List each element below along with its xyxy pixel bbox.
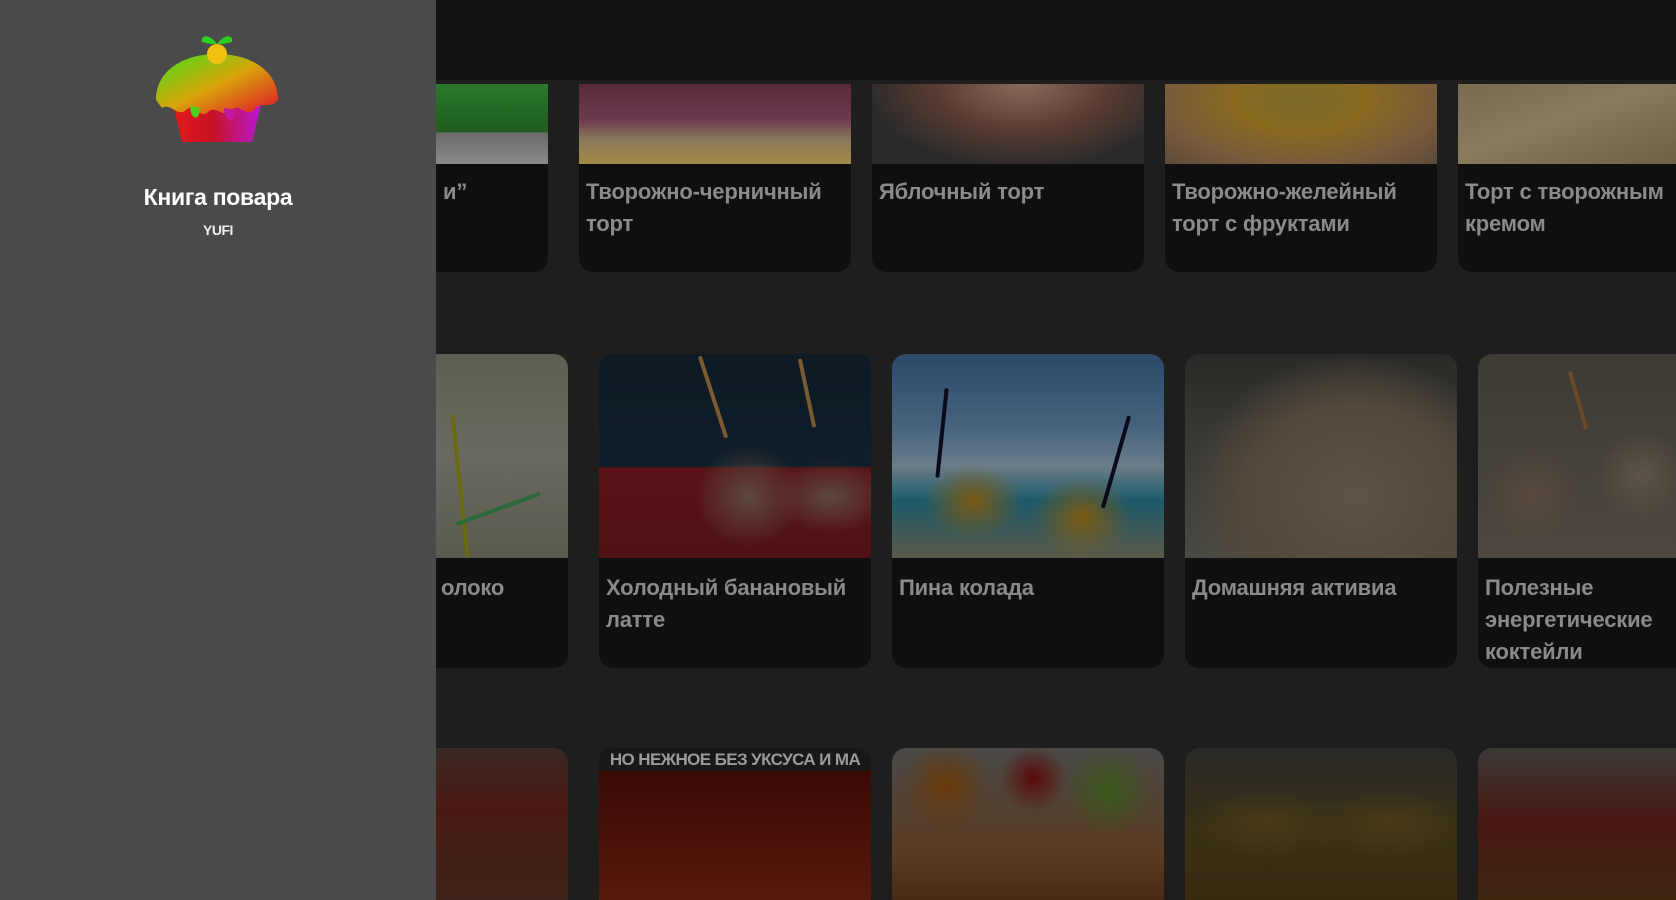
recipe-image	[1185, 748, 1457, 900]
app-root: и” Творожно-черничный торт Яблочный торт…	[0, 0, 1676, 900]
recipe-title: Творожно-желейный торт с фруктами	[1172, 179, 1397, 236]
recipe-shelf-preserves: НО НЕЖНОЕ БЕЗ УКСУСА И МА	[436, 748, 1676, 900]
recipe-image	[436, 84, 548, 164]
recipe-title: Полезные энергетические коктейли	[1485, 575, 1653, 664]
recipe-card[interactable]: Пина колада	[892, 354, 1164, 668]
recipe-card[interactable]	[1185, 748, 1457, 900]
developer-name: YUFI	[203, 222, 233, 238]
recipe-card[interactable]	[436, 748, 568, 900]
recipe-card[interactable]: Торт с творожным кремом	[1458, 84, 1676, 272]
app-name: Книга повара	[143, 184, 293, 210]
recipe-image	[599, 354, 871, 558]
recipe-shelf-drinks: олоко Холодный банановый латте Пина кола…	[436, 354, 1676, 668]
cupcake-logo-icon	[156, 36, 278, 142]
recipe-card[interactable]: Холодный банановый латте	[599, 354, 871, 668]
navigation-drawer[interactable]: Книга повара YUFI	[0, 0, 436, 900]
recipe-title: Пина колада	[899, 575, 1034, 600]
recipe-title: Яблочный торт	[879, 179, 1045, 204]
recipe-image	[1165, 84, 1437, 164]
recipe-image	[1478, 354, 1676, 558]
recipe-card[interactable]: олоко	[436, 354, 568, 668]
recipe-title: Домашняя активиа	[1192, 575, 1397, 600]
recipe-title: олоко	[441, 575, 505, 600]
recipe-card[interactable]: Домашняя активиа	[1185, 354, 1457, 668]
recipe-card[interactable]: Творожно-желейный торт с фруктами	[1165, 84, 1437, 272]
recipe-card[interactable]: и”	[436, 84, 548, 272]
recipe-title: и”	[443, 179, 468, 204]
recipe-image	[579, 84, 851, 164]
recipe-card[interactable]	[892, 748, 1164, 900]
recipe-image	[892, 354, 1164, 558]
recipe-title: Холодный банановый латте	[606, 575, 847, 632]
recipe-title: Торт с творожным кремом	[1465, 179, 1664, 236]
recipe-shelf-cakes: и” Творожно-черничный торт Яблочный торт…	[436, 84, 1676, 274]
recipe-image-caption: НО НЕЖНОЕ БЕЗ УКСУСА И МА	[609, 750, 861, 769]
recipe-image	[1185, 354, 1457, 558]
recipe-image	[436, 354, 568, 558]
top-app-bar	[436, 0, 1676, 80]
recipe-image	[1478, 748, 1676, 900]
recipe-card[interactable]: НО НЕЖНОЕ БЕЗ УКСУСА И МА	[599, 748, 871, 900]
recipe-card[interactable]: Полезные энергетические коктейли	[1478, 354, 1676, 668]
recipe-image: НО НЕЖНОЕ БЕЗ УКСУСА И МА	[599, 748, 871, 900]
recipe-image	[436, 748, 568, 900]
recipe-card[interactable]: Творожно-черничный торт	[579, 84, 851, 272]
recipe-card[interactable]	[1478, 748, 1676, 900]
recipe-image	[892, 748, 1164, 900]
recipe-image	[872, 84, 1144, 164]
recipe-image	[1458, 84, 1676, 164]
recipe-card[interactable]: Яблочный торт	[872, 84, 1144, 272]
recipe-title: Творожно-черничный торт	[586, 179, 822, 236]
